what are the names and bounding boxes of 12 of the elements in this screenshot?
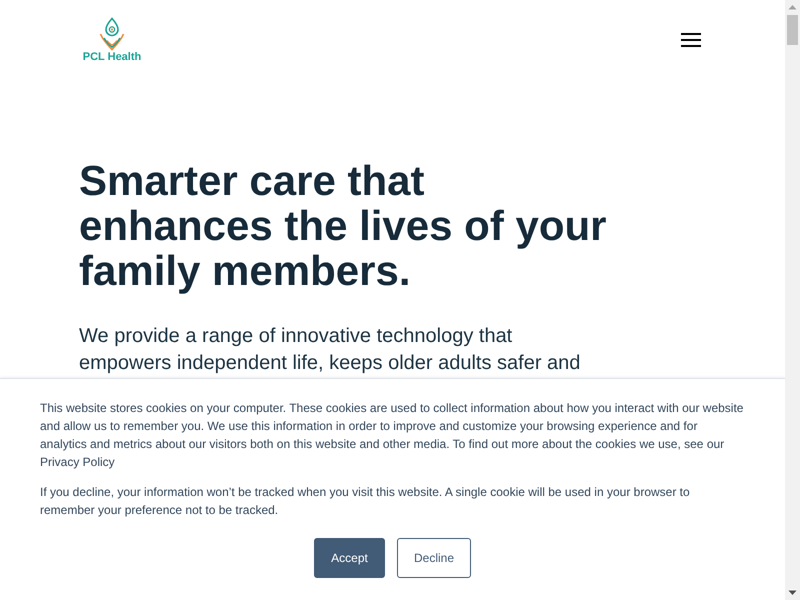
hero-description: We provide a range of innovative technology that empowers independent life, keeps older adults safer and (79, 324, 582, 376)
scrollbar-thumb[interactable] (787, 15, 798, 45)
logo-icon[interactable] (98, 17, 126, 51)
cookie-message: This website stores cookies on your computer. These cookies are used to collect information about how you interact with our website and allow us to remember you. We use this information in order to improve and customize your browsing experience and for analytics and metrics about our visitors both on this website and other media. To find out more about the cookies we use, see our Privacy Policy (40, 400, 744, 471)
accept-button[interactable]: Accept (314, 538, 385, 578)
cookie-message: If you decline, your information won’t be tracked when you visit this website. A single cookie will be used in your browser to remember your preference not to be tracked. (40, 484, 691, 519)
menu-button[interactable] (681, 33, 701, 47)
privacy-policy-link[interactable]: Privacy Policy (40, 455, 115, 469)
scrollbar[interactable] (785, 0, 800, 600)
decline-button[interactable]: Decline (397, 538, 471, 578)
menu-icon (681, 33, 701, 47)
hero-heading: Smarter care that enhances the lives of your family members. (79, 158, 608, 293)
